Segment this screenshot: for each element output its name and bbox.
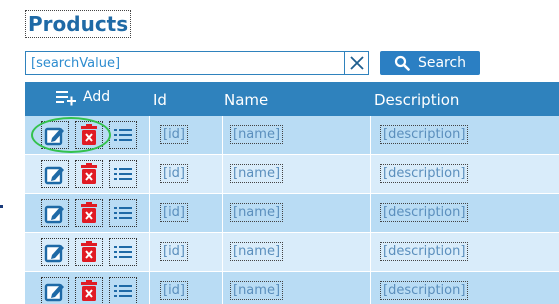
column-header-name[interactable]: Name [224,91,268,109]
cell-name: [name] [230,242,284,261]
cell-description: [description] [380,281,469,300]
column-header-id[interactable]: Id [153,91,167,109]
cell-name: [name] [230,164,284,183]
delete-button[interactable] [75,238,103,266]
search-button[interactable]: Search [380,51,480,75]
details-button[interactable] [109,121,137,149]
page-title: Products [25,10,132,38]
cell-name: [name] [230,203,284,222]
delete-button[interactable] [75,277,103,304]
table-row: [id] [name] [description] [25,233,559,272]
cell-id: [id] [160,203,189,222]
edit-button[interactable] [41,121,69,149]
column-header-description[interactable]: Description [374,91,459,109]
delete-icon [81,280,97,301]
cell-description: [description] [380,125,469,144]
list-icon [114,246,132,258]
delete-button[interactable] [75,160,103,188]
cell-name: [name] [230,281,284,300]
cell-description: [description] [380,203,469,222]
edit-icon [44,283,64,302]
cell-description: [description] [380,164,469,183]
delete-icon [81,202,97,223]
edit-button[interactable] [41,160,69,188]
list-icon [114,129,132,141]
grid-body: [id] [name] [description] [id] [name] [descri… [25,116,559,304]
page-marker [0,205,3,208]
delete-icon [81,241,97,262]
table-row: [id] [name] [description] [25,116,559,155]
table-row: [id] [name] [description] [25,194,559,233]
edit-button[interactable] [41,238,69,266]
table-row: [id] [name] [description] [25,155,559,194]
delete-icon [81,163,97,184]
search-box [25,51,369,75]
search-input[interactable] [26,52,344,74]
add-button-label: Add [83,89,111,105]
edit-icon [44,166,64,185]
add-button[interactable]: Add [55,88,110,106]
grid-header: Add Id Name Description [25,82,559,116]
cell-description: [description] [380,242,469,261]
edit-button[interactable] [41,199,69,227]
details-button[interactable] [109,160,137,188]
list-icon [114,207,132,219]
table-row: [id] [name] [description] [25,272,559,304]
cell-id: [id] [160,242,189,261]
list-icon [114,168,132,180]
details-button[interactable] [109,238,137,266]
cell-id: [id] [160,164,189,183]
search-clear-button[interactable] [344,52,368,74]
list-icon [114,285,132,297]
edit-icon [44,127,64,146]
close-icon [349,56,364,70]
search-icon [394,55,410,71]
cell-id: [id] [160,281,189,300]
edit-icon [44,205,64,224]
cell-name: [name] [230,125,284,144]
cell-id: [id] [160,125,189,144]
edit-icon [44,244,64,263]
playlist-add-icon [56,91,76,106]
details-button[interactable] [109,277,137,304]
delete-icon [81,124,97,145]
details-button[interactable] [109,199,137,227]
edit-button[interactable] [41,277,69,304]
delete-button[interactable] [75,199,103,227]
search-button-label: Search [417,55,467,71]
delete-button[interactable] [75,121,103,149]
